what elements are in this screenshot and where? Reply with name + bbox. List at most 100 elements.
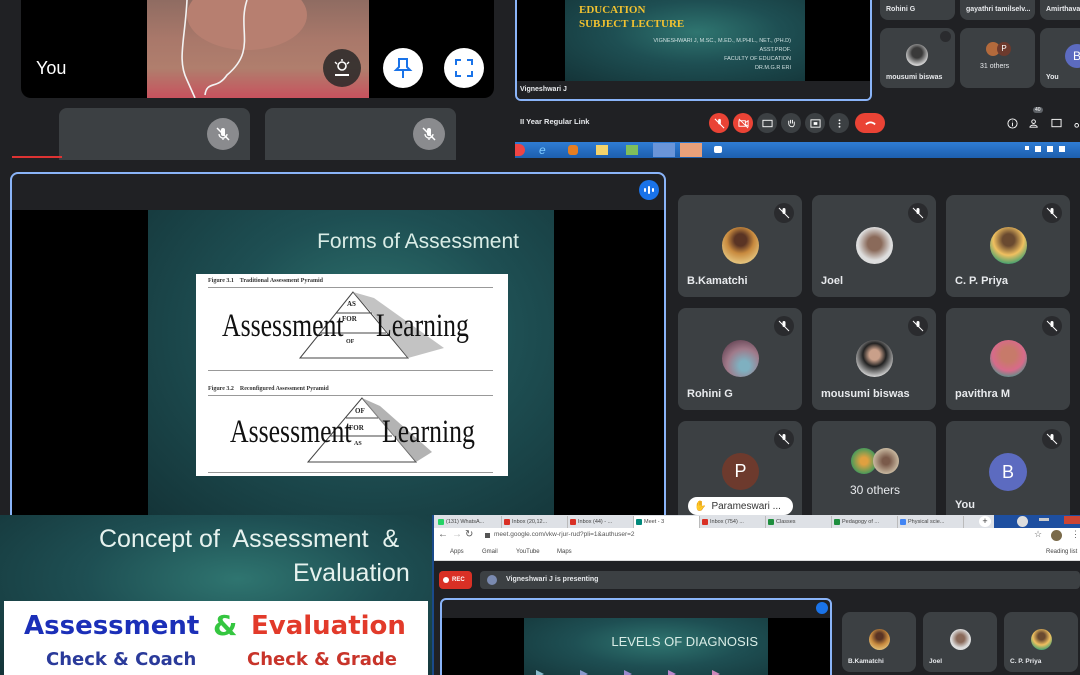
browser-tab[interactable]: (131) WhatsA...: [436, 516, 502, 528]
account-avatar[interactable]: [1051, 530, 1062, 541]
presentation-tile: EDUCATION SUBJECT LECTURE VIGNESHWARI J,…: [515, 0, 872, 101]
captions-icon: [761, 119, 773, 127]
browser-tab[interactable]: Pedagogy of ...: [832, 516, 898, 528]
pyramid-figure: Figure 3.1 Traditional Assessment Pyrami…: [196, 274, 508, 476]
word-evaluation: Evaluation: [251, 611, 406, 641]
word-taskbar-icon[interactable]: [653, 143, 675, 157]
system-tray[interactable]: [1025, 146, 1075, 154]
participant-tile: Rohini G: [880, 0, 955, 20]
browser-tab[interactable]: Meet - 3: [634, 516, 700, 528]
activities-button[interactable]: [1068, 113, 1080, 133]
phone-hangup-icon: [864, 120, 876, 125]
meeting-info-button[interactable]: [1002, 113, 1022, 133]
new-tab-button[interactable]: +: [979, 516, 991, 527]
forms-of-assessment-slide: Forms of Assessment Figure 3.1 Tradition…: [148, 210, 554, 515]
participant-tile-blank-2: [265, 108, 456, 160]
chat-button[interactable]: [1046, 113, 1066, 133]
browser-tab[interactable]: Classes: [766, 516, 832, 528]
favicon-icon: [438, 519, 444, 525]
presentation-tile: LEVELS OF DIAGNOSIS: [440, 598, 832, 675]
participant-tile-self: B You: [946, 421, 1070, 515]
favicon-icon: [900, 519, 906, 525]
leave-call-button[interactable]: [855, 113, 885, 133]
browser-tab[interactable]: Inbox (20,12...: [502, 516, 568, 528]
chrome-taskbar-icon[interactable]: [515, 144, 525, 156]
mic-off-icon: [1042, 203, 1062, 223]
zoom-taskbar-icon[interactable]: [714, 146, 722, 153]
fullscreen-button[interactable]: [444, 48, 484, 88]
bookmark-youtube[interactable]: YouTube: [516, 549, 540, 555]
avatar: [906, 44, 928, 66]
mic-off-icon: [413, 118, 445, 150]
pin-button[interactable]: [383, 48, 423, 88]
slide-title-line-2: SUBJECT LECTURE: [579, 18, 685, 30]
word-assessment: Assessment: [24, 611, 200, 641]
camera-toggle-button[interactable]: [733, 113, 753, 133]
panel-concept-slide: Concept of Assessment & Evaluation Asses…: [0, 515, 432, 675]
back-button[interactable]: ←: [438, 529, 448, 540]
powerpoint-taskbar-icon[interactable]: [680, 143, 702, 157]
bookmark-star-icon[interactable]: ☆: [1034, 529, 1042, 540]
participant-tile: B.Kamatchi: [842, 612, 916, 672]
people-icon: [1028, 118, 1038, 128]
recording-badge: REC: [439, 571, 472, 589]
reading-list-button[interactable]: Reading list: [1046, 549, 1077, 555]
profile-icon[interactable]: [1017, 516, 1028, 527]
present-button[interactable]: [805, 113, 825, 133]
subtitle-check-grade: Check & Grade: [247, 649, 397, 670]
favicon-icon: [504, 519, 510, 525]
ie-taskbar-icon[interactable]: e: [539, 143, 546, 157]
chrome-menu-icon[interactable]: ⋮: [1071, 529, 1080, 540]
assessment-word: Assessment: [230, 414, 352, 450]
reload-button[interactable]: ↻: [465, 529, 473, 540]
close-window-button[interactable]: [1064, 516, 1080, 524]
participant-tile: C. P. Priya: [946, 195, 1070, 297]
slide-title-line-1: EDUCATION: [579, 4, 646, 16]
excel-taskbar-icon[interactable]: [626, 145, 638, 155]
pin-icon: [393, 58, 413, 78]
minimize-button[interactable]: [1039, 518, 1049, 521]
browser-tab[interactable]: Physical scie...: [898, 516, 964, 528]
assessment-evaluation-box: Assessment & Evaluation Check & Coach Ch…: [4, 601, 428, 675]
presenter-avatar: [487, 575, 497, 585]
slide-author: VIGNESHWARI J, M.SC., M.ED., M.PHIL., NE…: [653, 38, 791, 71]
present-icon: [809, 118, 821, 128]
participant-count-badge: 40: [1033, 107, 1043, 113]
panel-meet-main: Forms of Assessment Figure 3.1 Tradition…: [0, 160, 1080, 515]
figure-caption-2: Figure 3.2 Reconfigured Assessment Pyram…: [208, 386, 329, 392]
bookmark-gmail[interactable]: Gmail: [482, 549, 498, 555]
explorer-taskbar-icon[interactable]: [596, 145, 608, 155]
avatar: [1031, 629, 1052, 650]
camera-off-icon: [737, 118, 749, 128]
more-options-button[interactable]: [829, 113, 849, 133]
forward-button[interactable]: →: [452, 529, 462, 540]
people-button[interactable]: [1024, 113, 1044, 133]
mic-off-icon: [1042, 316, 1062, 336]
favicon-icon: [702, 519, 708, 525]
avatar: [990, 227, 1027, 264]
captions-button[interactable]: [757, 113, 777, 133]
participant-tile: P ✋ Parameswari ...: [678, 421, 802, 515]
participant-tile-others: 30 others: [812, 421, 936, 515]
chat-icon: [1050, 118, 1062, 127]
levels-of-diagnosis-slide: LEVELS OF DIAGNOSIS: [524, 618, 768, 675]
participant-tile: Amirthavalli...: [1040, 0, 1080, 20]
bookmark-apps[interactable]: Apps: [450, 549, 464, 555]
visual-effects-button[interactable]: [323, 49, 361, 87]
avatar: P: [722, 453, 759, 490]
mic-toggle-button[interactable]: [709, 113, 729, 133]
browser-tab[interactable]: Inbox (754) ...: [700, 516, 766, 528]
favicon-icon: [636, 519, 642, 525]
url-field[interactable]: meet.google.com/vkw-rjur-rud?pli=1&authu…: [494, 531, 635, 538]
favicon-icon: [834, 519, 840, 525]
slide-title-line-1: Concept of Assessment &: [99, 525, 400, 553]
avatar: [722, 227, 759, 264]
avatar: [990, 340, 1027, 377]
mic-off-icon: [774, 316, 794, 336]
participant-tile: mousumi biswas: [880, 28, 955, 88]
browser-tab[interactable]: Inbox (44) - ...: [568, 516, 634, 528]
raise-hand-button[interactable]: [781, 113, 801, 133]
bookmark-maps[interactable]: Maps: [557, 549, 572, 555]
raised-hand-chip: ✋ Parameswari ...: [688, 497, 793, 515]
media-player-taskbar-icon[interactable]: [568, 145, 578, 155]
